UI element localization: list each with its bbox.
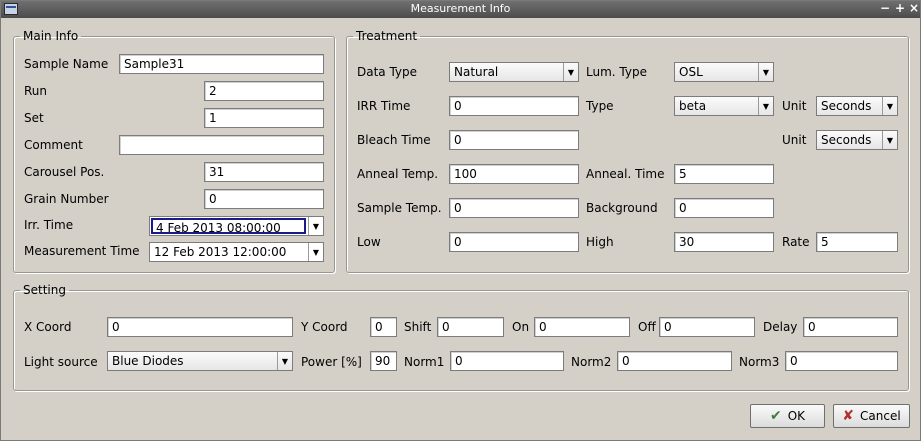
cancel-button[interactable]: ✘ Cancel bbox=[833, 404, 910, 428]
lum-type-label: Lum. Type bbox=[586, 65, 647, 79]
light-source-select[interactable]: Blue Diodes ▼ bbox=[107, 351, 293, 371]
carousel-label: Carousel Pos. bbox=[24, 165, 105, 179]
ok-label: OK bbox=[787, 409, 806, 423]
irr-time-treatment-label: IRR Time bbox=[357, 99, 411, 113]
anneal-time-label: Anneal. Time bbox=[586, 167, 665, 181]
chevron-down-icon[interactable]: ▼ bbox=[882, 97, 897, 115]
type-select[interactable]: beta ▼ bbox=[674, 96, 774, 116]
chevron-down-icon[interactable]: ▼ bbox=[758, 63, 773, 81]
anneal-temp-label: Anneal Temp. bbox=[357, 167, 439, 181]
unit-label-1: Unit bbox=[782, 99, 807, 113]
set-input[interactable]: 1 bbox=[204, 108, 324, 128]
irr-time-label: Irr. Time bbox=[24, 218, 74, 232]
close-icon[interactable]: × bbox=[908, 1, 920, 15]
shift-input[interactable]: 0 bbox=[437, 317, 504, 337]
background-input[interactable]: 0 bbox=[674, 198, 774, 218]
delay-label: Delay bbox=[763, 320, 798, 334]
type-value: beta bbox=[679, 99, 707, 113]
setting-group: Setting bbox=[13, 283, 909, 391]
meas-time-value[interactable]: 12 Feb 2013 12:00:00 bbox=[151, 244, 306, 260]
y-coord-label: Y Coord bbox=[301, 320, 348, 334]
sample-name-label: Sample Name bbox=[24, 57, 109, 71]
title-bar: Measurement Info − + × bbox=[1, 1, 920, 18]
maximize-icon[interactable]: + bbox=[894, 1, 906, 15]
unit-value-1: Seconds bbox=[821, 99, 872, 113]
run-input[interactable]: 2 bbox=[204, 81, 324, 101]
irr-time-value[interactable]: 4 Feb 2013 08:00:00 bbox=[151, 218, 306, 235]
chevron-down-icon[interactable]: ▼ bbox=[563, 63, 578, 81]
low-input[interactable]: 0 bbox=[449, 232, 579, 252]
x-coord-input[interactable]: 0 bbox=[107, 317, 293, 337]
set-label: Set bbox=[24, 111, 44, 125]
on-input[interactable]: 0 bbox=[534, 317, 630, 337]
run-label: Run bbox=[24, 84, 48, 98]
chevron-down-icon[interactable]: ▼ bbox=[277, 352, 292, 370]
carousel-input[interactable]: 31 bbox=[204, 162, 324, 182]
y-coord-input[interactable]: 0 bbox=[370, 317, 397, 337]
chevron-down-icon[interactable]: ▼ bbox=[758, 97, 773, 115]
delay-input[interactable]: 0 bbox=[803, 317, 898, 337]
data-type-value: Natural bbox=[454, 65, 499, 79]
data-type-select[interactable]: Natural ▼ bbox=[449, 62, 579, 82]
cancel-x-icon: ✘ bbox=[842, 408, 855, 424]
setting-legend: Setting bbox=[23, 283, 66, 297]
irr-time-treatment-input[interactable]: 0 bbox=[449, 96, 579, 116]
cancel-label: Cancel bbox=[860, 409, 901, 423]
data-type-label: Data Type bbox=[357, 65, 418, 79]
bleach-time-input[interactable]: 0 bbox=[449, 130, 579, 150]
norm1-input[interactable]: 0 bbox=[450, 351, 564, 371]
check-icon: ✔ bbox=[769, 408, 782, 424]
meas-time-datetime[interactable]: 12 Feb 2013 12:00:00 ▼ bbox=[149, 242, 324, 262]
power-input[interactable]: 90 bbox=[370, 351, 397, 371]
unit-select-2[interactable]: Seconds ▼ bbox=[816, 130, 898, 150]
off-input[interactable]: 0 bbox=[659, 317, 755, 337]
chevron-down-icon[interactable]: ▼ bbox=[308, 217, 323, 235]
sample-temp-label: Sample Temp. bbox=[357, 201, 442, 215]
low-label: Low bbox=[357, 235, 381, 249]
unit-select-1[interactable]: Seconds ▼ bbox=[816, 96, 898, 116]
grain-input[interactable]: 0 bbox=[204, 189, 324, 209]
anneal-temp-input[interactable]: 100 bbox=[449, 164, 579, 184]
light-source-value: Blue Diodes bbox=[112, 354, 184, 368]
type-label: Type bbox=[586, 99, 614, 113]
sample-name-input[interactable]: Sample31 bbox=[119, 54, 324, 74]
norm2-label: Norm2 bbox=[571, 355, 612, 369]
rate-input[interactable]: 5 bbox=[816, 232, 898, 252]
norm1-label: Norm1 bbox=[404, 355, 445, 369]
anneal-time-input[interactable]: 5 bbox=[674, 164, 774, 184]
comment-input[interactable] bbox=[119, 135, 324, 155]
bleach-time-label: Bleach Time bbox=[357, 133, 431, 147]
light-source-label: Light source bbox=[24, 355, 98, 369]
irr-time-datetime[interactable]: 4 Feb 2013 08:00:00 ▼ bbox=[149, 216, 324, 236]
chevron-down-icon[interactable]: ▼ bbox=[308, 243, 323, 261]
rate-label: Rate bbox=[782, 235, 810, 249]
unit-label-2: Unit bbox=[782, 133, 807, 147]
norm3-input[interactable]: 0 bbox=[785, 351, 898, 371]
treatment-legend: Treatment bbox=[356, 29, 418, 43]
lum-type-value: OSL bbox=[679, 65, 703, 79]
meas-time-label: Measurement Time bbox=[24, 244, 140, 258]
sample-temp-input[interactable]: 0 bbox=[449, 198, 579, 218]
off-label: Off bbox=[638, 320, 656, 334]
measurement-info-dialog: Measurement Info − + × Main Info Sample … bbox=[0, 0, 921, 441]
shift-label: Shift bbox=[404, 320, 432, 334]
high-input[interactable]: 30 bbox=[674, 232, 774, 252]
norm2-input[interactable]: 0 bbox=[617, 351, 732, 371]
window-title: Measurement Info bbox=[410, 2, 511, 15]
x-coord-label: X Coord bbox=[24, 320, 72, 334]
norm3-label: Norm3 bbox=[739, 355, 780, 369]
main-info-legend: Main Info bbox=[23, 29, 79, 43]
lum-type-select[interactable]: OSL ▼ bbox=[674, 62, 774, 82]
grain-label: Grain Number bbox=[24, 192, 109, 206]
ok-button[interactable]: ✔ OK bbox=[750, 404, 825, 428]
background-label: Background bbox=[586, 201, 658, 215]
chevron-down-icon[interactable]: ▼ bbox=[882, 131, 897, 149]
on-label: On bbox=[512, 320, 530, 334]
unit-value-2: Seconds bbox=[821, 133, 872, 147]
power-label: Power [%] bbox=[301, 355, 362, 369]
high-label: High bbox=[586, 235, 614, 249]
minimize-icon[interactable]: − bbox=[879, 1, 891, 15]
comment-label: Comment bbox=[24, 138, 83, 152]
